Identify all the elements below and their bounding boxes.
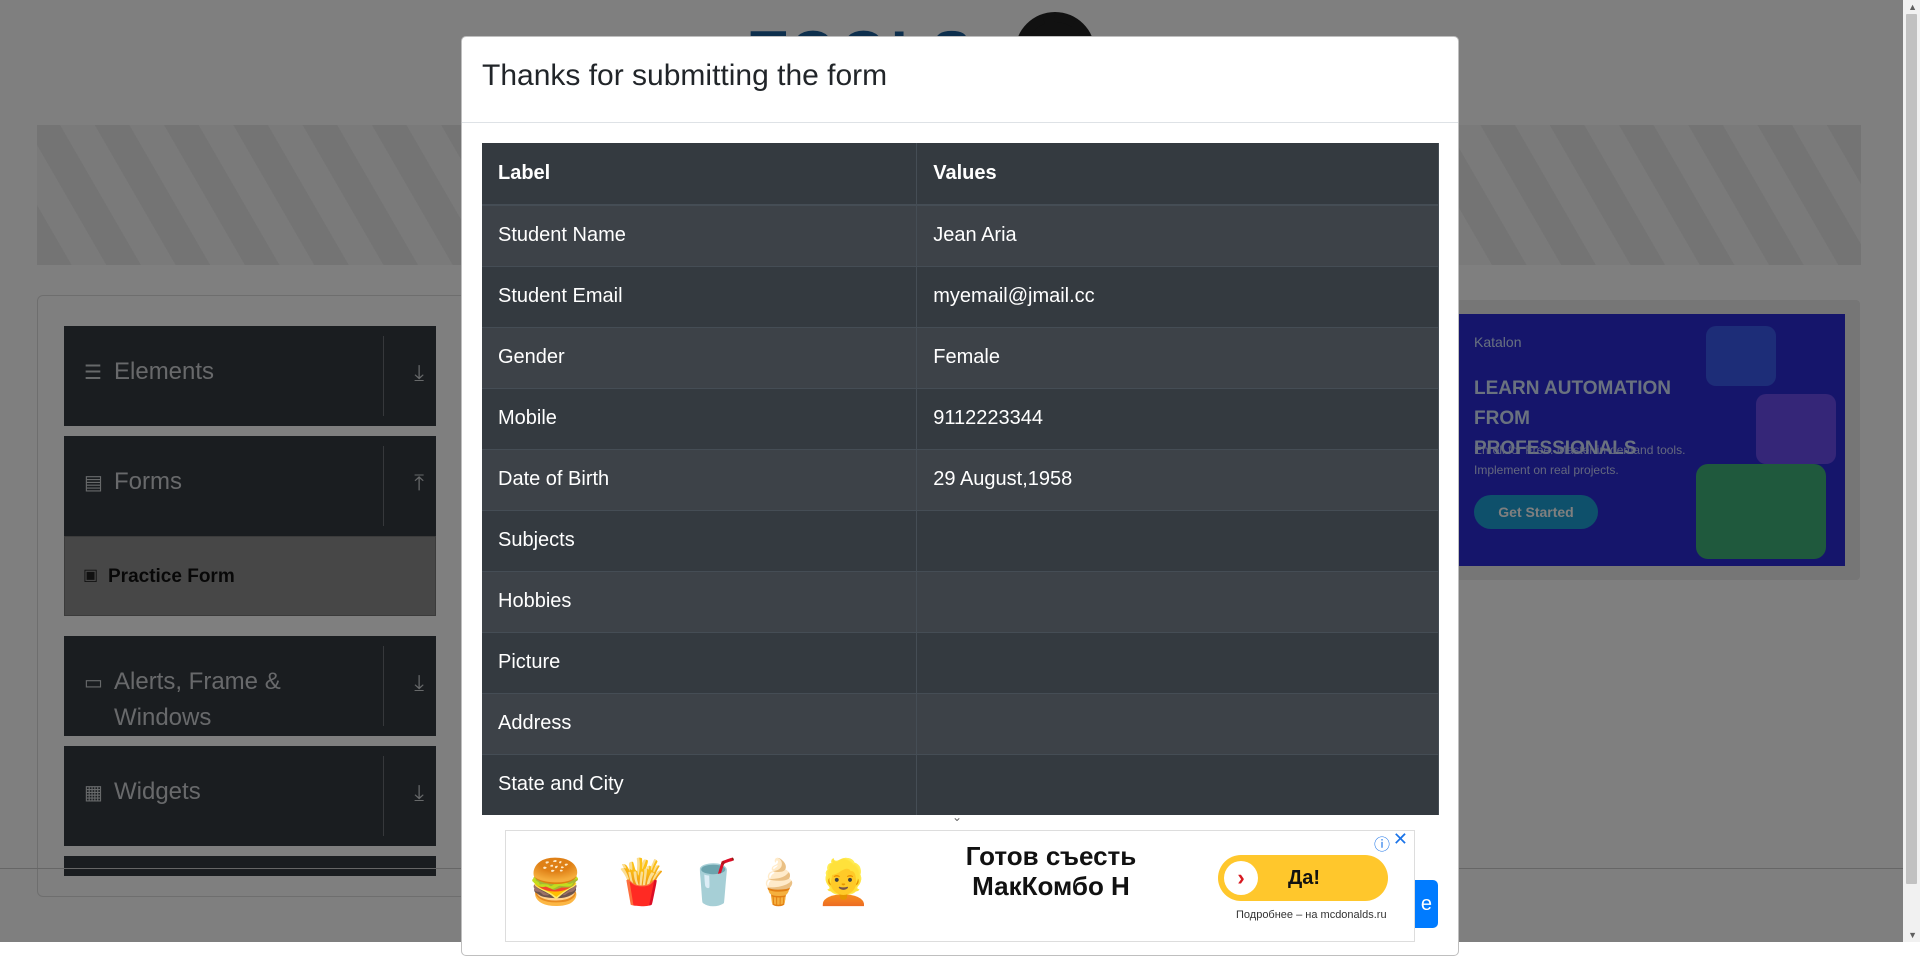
burger-icon: 🍔 [528, 858, 583, 907]
row-value [916, 570, 1439, 632]
page-scrollbar[interactable]: ▲ ▼ [1903, 0, 1920, 942]
table-row: Hobbies [482, 570, 1439, 632]
ad-disclaimer: Подробнее – на mcdonalds.ru [1236, 909, 1387, 921]
results-table-wrapper: Label Values Student Name Jean Aria Stude… [482, 143, 1439, 815]
drink-icon: 🥤 [686, 858, 741, 907]
ad-yes-label: Да! [1288, 867, 1321, 889]
table-row: Subjects [482, 509, 1439, 571]
row-label: Picture [482, 631, 918, 693]
row-label: Subjects [482, 509, 918, 571]
column-header-values: Values [916, 143, 1439, 206]
row-value: Female [916, 326, 1439, 388]
ad-yes-button[interactable]: › Да! [1218, 855, 1388, 901]
close-icon[interactable]: ✕ [1393, 829, 1408, 850]
table-row: Mobile 9112223344 [482, 387, 1439, 449]
row-label: Date of Birth [482, 448, 918, 510]
table-row: Student Email myemail@jmail.cc [482, 265, 1439, 327]
modal-header: Thanks for submitting the form [462, 37, 1458, 123]
table-row: Student Name Jean Aria [482, 204, 1439, 266]
results-table: Label Values Student Name Jean Aria Stude… [482, 143, 1439, 815]
row-label: Gender [482, 326, 918, 388]
scroll-up-icon[interactable]: ▲ [1908, 2, 1917, 12]
submission-modal: Thanks for submitting the form Label Val… [461, 36, 1459, 956]
table-row: State and City [482, 753, 1439, 815]
ice-cream-icon: 🍦 [751, 858, 806, 907]
table-row: Picture [482, 631, 1439, 693]
chevron-down-icon: ⌄ [952, 810, 963, 824]
chevron-right-icon: › [1224, 861, 1258, 895]
row-value [916, 631, 1439, 693]
table-row: Gender Female [482, 326, 1439, 388]
table-row: Date of Birth 29 August,1958 [482, 448, 1439, 510]
scrollbar-thumb[interactable] [1906, 14, 1917, 884]
fries-icon: 🍟 [614, 858, 669, 907]
row-value: 9112223344 [916, 387, 1439, 449]
row-value [916, 753, 1439, 815]
row-label: Address [482, 692, 918, 754]
ad-headline: Готов съесть МакКомбо Н [965, 841, 1137, 901]
row-label: Student Email [482, 265, 918, 327]
scroll-down-icon[interactable]: ▼ [1908, 930, 1917, 940]
bottom-ad-banner[interactable]: 🍔 🍟 🥤 🍦 👱 Готов съесть МакКомбо Н › Да! … [505, 829, 1415, 942]
row-value [916, 692, 1439, 754]
table-row: Address [482, 692, 1439, 754]
row-value: Jean Aria [916, 204, 1439, 266]
row-label: State and City [482, 753, 918, 815]
column-header-label: Label [482, 143, 918, 206]
row-label: Hobbies [482, 570, 918, 632]
row-label: Mobile [482, 387, 918, 449]
info-icon[interactable]: ⓘ [1374, 831, 1390, 855]
character-icon: 👱 [816, 858, 871, 907]
table-header-row: Label Values [482, 143, 1439, 206]
row-value: 29 August,1958 [916, 448, 1439, 510]
row-label: Student Name [482, 204, 918, 266]
modal-title: Thanks for submitting the form [482, 59, 888, 92]
row-value [916, 509, 1439, 571]
row-value: myemail@jmail.cc [916, 265, 1439, 327]
